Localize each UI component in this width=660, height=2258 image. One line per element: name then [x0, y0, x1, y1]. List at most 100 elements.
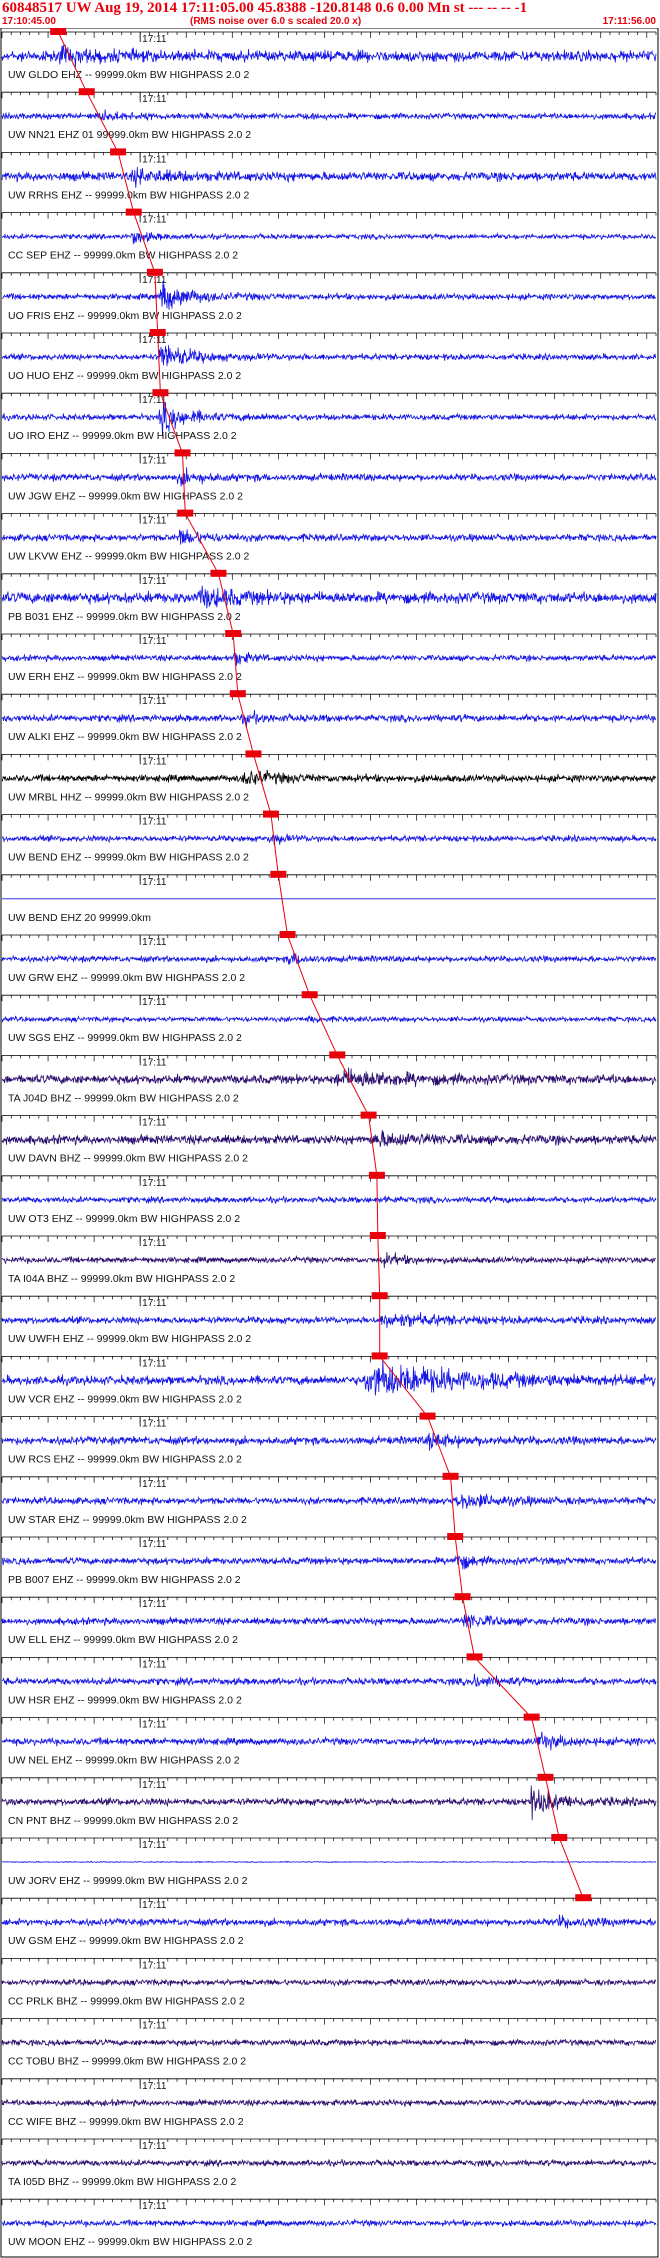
waveform-trace	[1, 1312, 657, 1329]
waveform-trace	[2, 280, 657, 310]
station-label: CC SEP EHZ -- 99999.0km BW HIGHPASS 2.0 …	[8, 250, 238, 262]
waveform-trace	[1, 166, 657, 188]
waveform-trace	[1, 232, 657, 245]
station-label: UW MRBL HHZ -- 99999.0km BW HIGHPASS 2.0…	[8, 791, 249, 803]
station-label: UW MOON EHZ -- 99999.0km BW HIGHPASS 2.0…	[8, 2236, 252, 2248]
station-label: PB B007 EHZ -- 99999.0km BW HIGHPASS 2.0…	[8, 1574, 241, 1586]
plot-header: 60848517 UW Aug 19, 2014 17:11:05.00 45.…	[0, 0, 660, 28]
waveform-trace	[1, 1432, 657, 1451]
minute-tick-label: 17:11	[142, 1479, 167, 1490]
pick-marker	[50, 28, 67, 35]
minute-tick-label: 17:11	[142, 696, 167, 707]
minute-tick-label: 17:11	[142, 1539, 167, 1550]
minute-tick-label: 17:11	[142, 1659, 167, 1670]
station-label: UW RCS EHZ -- 99999.0km BW HIGHPASS 2.0 …	[8, 1454, 242, 1466]
minute-tick-label: 17:11	[142, 877, 167, 888]
waveform-trace	[1, 651, 657, 666]
waveform-trace	[1, 769, 657, 786]
waveform-trace	[1, 1614, 657, 1629]
waveform-trace	[1, 1493, 657, 1509]
minute-tick-label: 17:11	[142, 34, 167, 45]
waveform-trace	[1, 2158, 657, 2168]
station-label: UO FRIS EHZ -- 99999.0km BW HIGHPASS 2.0…	[8, 310, 242, 322]
seismogram-plot: 17:11 UW GLDO EHZ -- 99999.0km BW HIGHPAS…	[0, 28, 659, 2258]
minute-tick-label: 17:11	[142, 937, 167, 948]
station-label: CC TOBU BHZ -- 99999.0km BW HIGHPASS 2.0…	[8, 2056, 246, 2068]
waveform-trace	[1, 529, 657, 545]
minute-tick-label: 17:11	[142, 1178, 167, 1189]
station-label: TA I04A BHZ -- 99999.0km BW HIGHPASS 2.0…	[8, 1273, 235, 1285]
waveform-trace	[1, 1195, 657, 1205]
minute-tick-label: 17:11	[142, 1840, 167, 1851]
station-label: UW HSR EHZ -- 99999.0km BW HIGHPASS 2.0 …	[8, 1694, 242, 1706]
minute-tick-label: 17:11	[142, 1057, 167, 1068]
waveform-trace	[1, 952, 657, 965]
station-label: UW GLDO EHZ -- 99999.0km BW HIGHPASS 2.0…	[8, 69, 250, 81]
minute-tick-label: 17:11	[142, 1118, 167, 1129]
station-label: UW BEND EHZ 20 99999.0km	[8, 912, 151, 924]
station-label: UW SGS EHZ -- 99999.0km BW HIGHPASS 2.0 …	[8, 1032, 242, 1044]
minute-tick-label: 17:11	[142, 576, 167, 587]
station-label: UW NEL EHZ -- 99999.0km BW HIGHPASS 2.0 …	[8, 1755, 240, 1767]
event-title: 60848517 UW Aug 19, 2014 17:11:05.00 45.…	[2, 0, 528, 16]
waveform-trace	[1, 1252, 657, 1269]
minute-tick-label: 17:11	[142, 2201, 167, 2212]
station-label: TA J04D BHZ -- 99999.0km BW HIGHPASS 2.0…	[8, 1092, 239, 1104]
minute-tick-label: 17:11	[142, 1358, 167, 1369]
waveform-trace	[1, 833, 657, 846]
minute-tick-label: 17:11	[142, 335, 167, 346]
station-label: UW ALKI EHZ -- 99999.0km BW HIGHPASS 2.0…	[8, 731, 242, 743]
station-label: UW DAVN BHZ -- 99999.0km BW HIGHPASS 2.0…	[8, 1153, 248, 1165]
station-label: UW ELL EHZ -- 99999.0km BW HIGHPASS 2.0 …	[8, 1634, 238, 1646]
station-label: UW NN21 EHZ 01 99999.0km BW HIGHPASS 2.0…	[8, 129, 251, 141]
minute-tick-label: 17:11	[142, 1298, 167, 1309]
station-label: UW UWFH EHZ -- 99999.0km BW HIGHPASS 2.0…	[8, 1333, 251, 1345]
waveform-trace	[1, 345, 657, 367]
minute-tick-label: 17:11	[142, 2141, 167, 2152]
minute-tick-label: 17:11	[142, 94, 167, 105]
minute-tick-label: 17:11	[142, 2021, 167, 2032]
waveform-trace	[1, 1673, 657, 1687]
waveform-trace	[1, 467, 657, 487]
minute-tick-label: 17:11	[142, 1238, 167, 1249]
waveform-trace	[1, 710, 657, 728]
station-label: UW ERH EHZ -- 99999.0km BW HIGHPASS 2.0 …	[8, 671, 242, 683]
end-time-label: 17:11:56.00	[602, 16, 656, 27]
station-label: PB B031 EHZ -- 99999.0km BW HIGHPASS 2.0…	[8, 611, 241, 623]
waveform-trace	[1, 1731, 657, 1751]
waveform-trace	[1, 1067, 657, 1087]
minute-tick-label: 17:11	[142, 817, 167, 828]
minute-tick-label: 17:11	[142, 1780, 167, 1791]
waveform-trace	[1, 44, 657, 68]
station-label: UO IRO EHZ -- 99999.0km BW HIGHPASS 2.0 …	[8, 430, 237, 442]
minute-tick-label: 17:11	[142, 1900, 167, 1911]
waveform-trace	[1, 2098, 657, 2108]
waveform-trace	[1, 1359, 657, 1396]
waveform-trace	[1, 585, 657, 609]
station-label: UW GRW EHZ -- 99999.0km BW HIGHPASS 2.0 …	[8, 972, 245, 984]
waveform-trace	[1, 1129, 657, 1147]
waveform-trace	[1, 1914, 657, 1929]
waveform-trace	[1, 2218, 657, 2228]
minute-tick-label: 17:11	[142, 154, 167, 165]
station-label: CC PRLK BHZ -- 99999.0km BW HIGHPASS 2.0…	[8, 1995, 245, 2007]
waveform-trace	[1, 1977, 657, 1988]
station-label: UW GSM EHZ -- 99999.0km BW HIGHPASS 2.0 …	[8, 1935, 244, 1947]
station-label: UW LKVW EHZ -- 99999.0km BW HIGHPASS 2.0…	[8, 551, 250, 563]
minute-tick-label: 17:11	[142, 516, 167, 527]
station-label: CN PNT BHZ -- 99999.0km BW HIGHPASS 2.0 …	[8, 1815, 238, 1827]
minute-tick-label: 17:11	[142, 1960, 167, 1971]
station-label: UW STAR EHZ -- 99999.0km BW HIGHPASS 2.0…	[8, 1514, 247, 1526]
waveform-trace	[1, 2038, 657, 2047]
minute-tick-label: 17:11	[142, 756, 167, 767]
minute-tick-label: 17:11	[142, 1720, 167, 1731]
waveform-trace	[1, 1555, 657, 1570]
rms-note: (RMS noise over 6.0 s scaled 20.0 x)	[190, 16, 362, 27]
station-label: UW JGW EHZ -- 99999.0km BW HIGHPASS 2.0 …	[8, 490, 243, 502]
station-label: UW BEND EHZ -- 99999.0km BW HIGHPASS 2.0…	[8, 852, 249, 864]
station-label: UW JORV EHZ -- 99999.0km BW HIGHPASS 2.0…	[8, 1875, 248, 1887]
minute-tick-label: 17:11	[142, 1599, 167, 1610]
station-label: CC WIFE BHZ -- 99999.0km BW HIGHPASS 2.0…	[8, 2116, 244, 2128]
station-label: UW OT3 EHZ -- 99999.0km BW HIGHPASS 2.0 …	[8, 1213, 240, 1225]
station-label: UW VCR EHZ -- 99999.0km BW HIGHPASS 2.0 …	[8, 1393, 242, 1405]
